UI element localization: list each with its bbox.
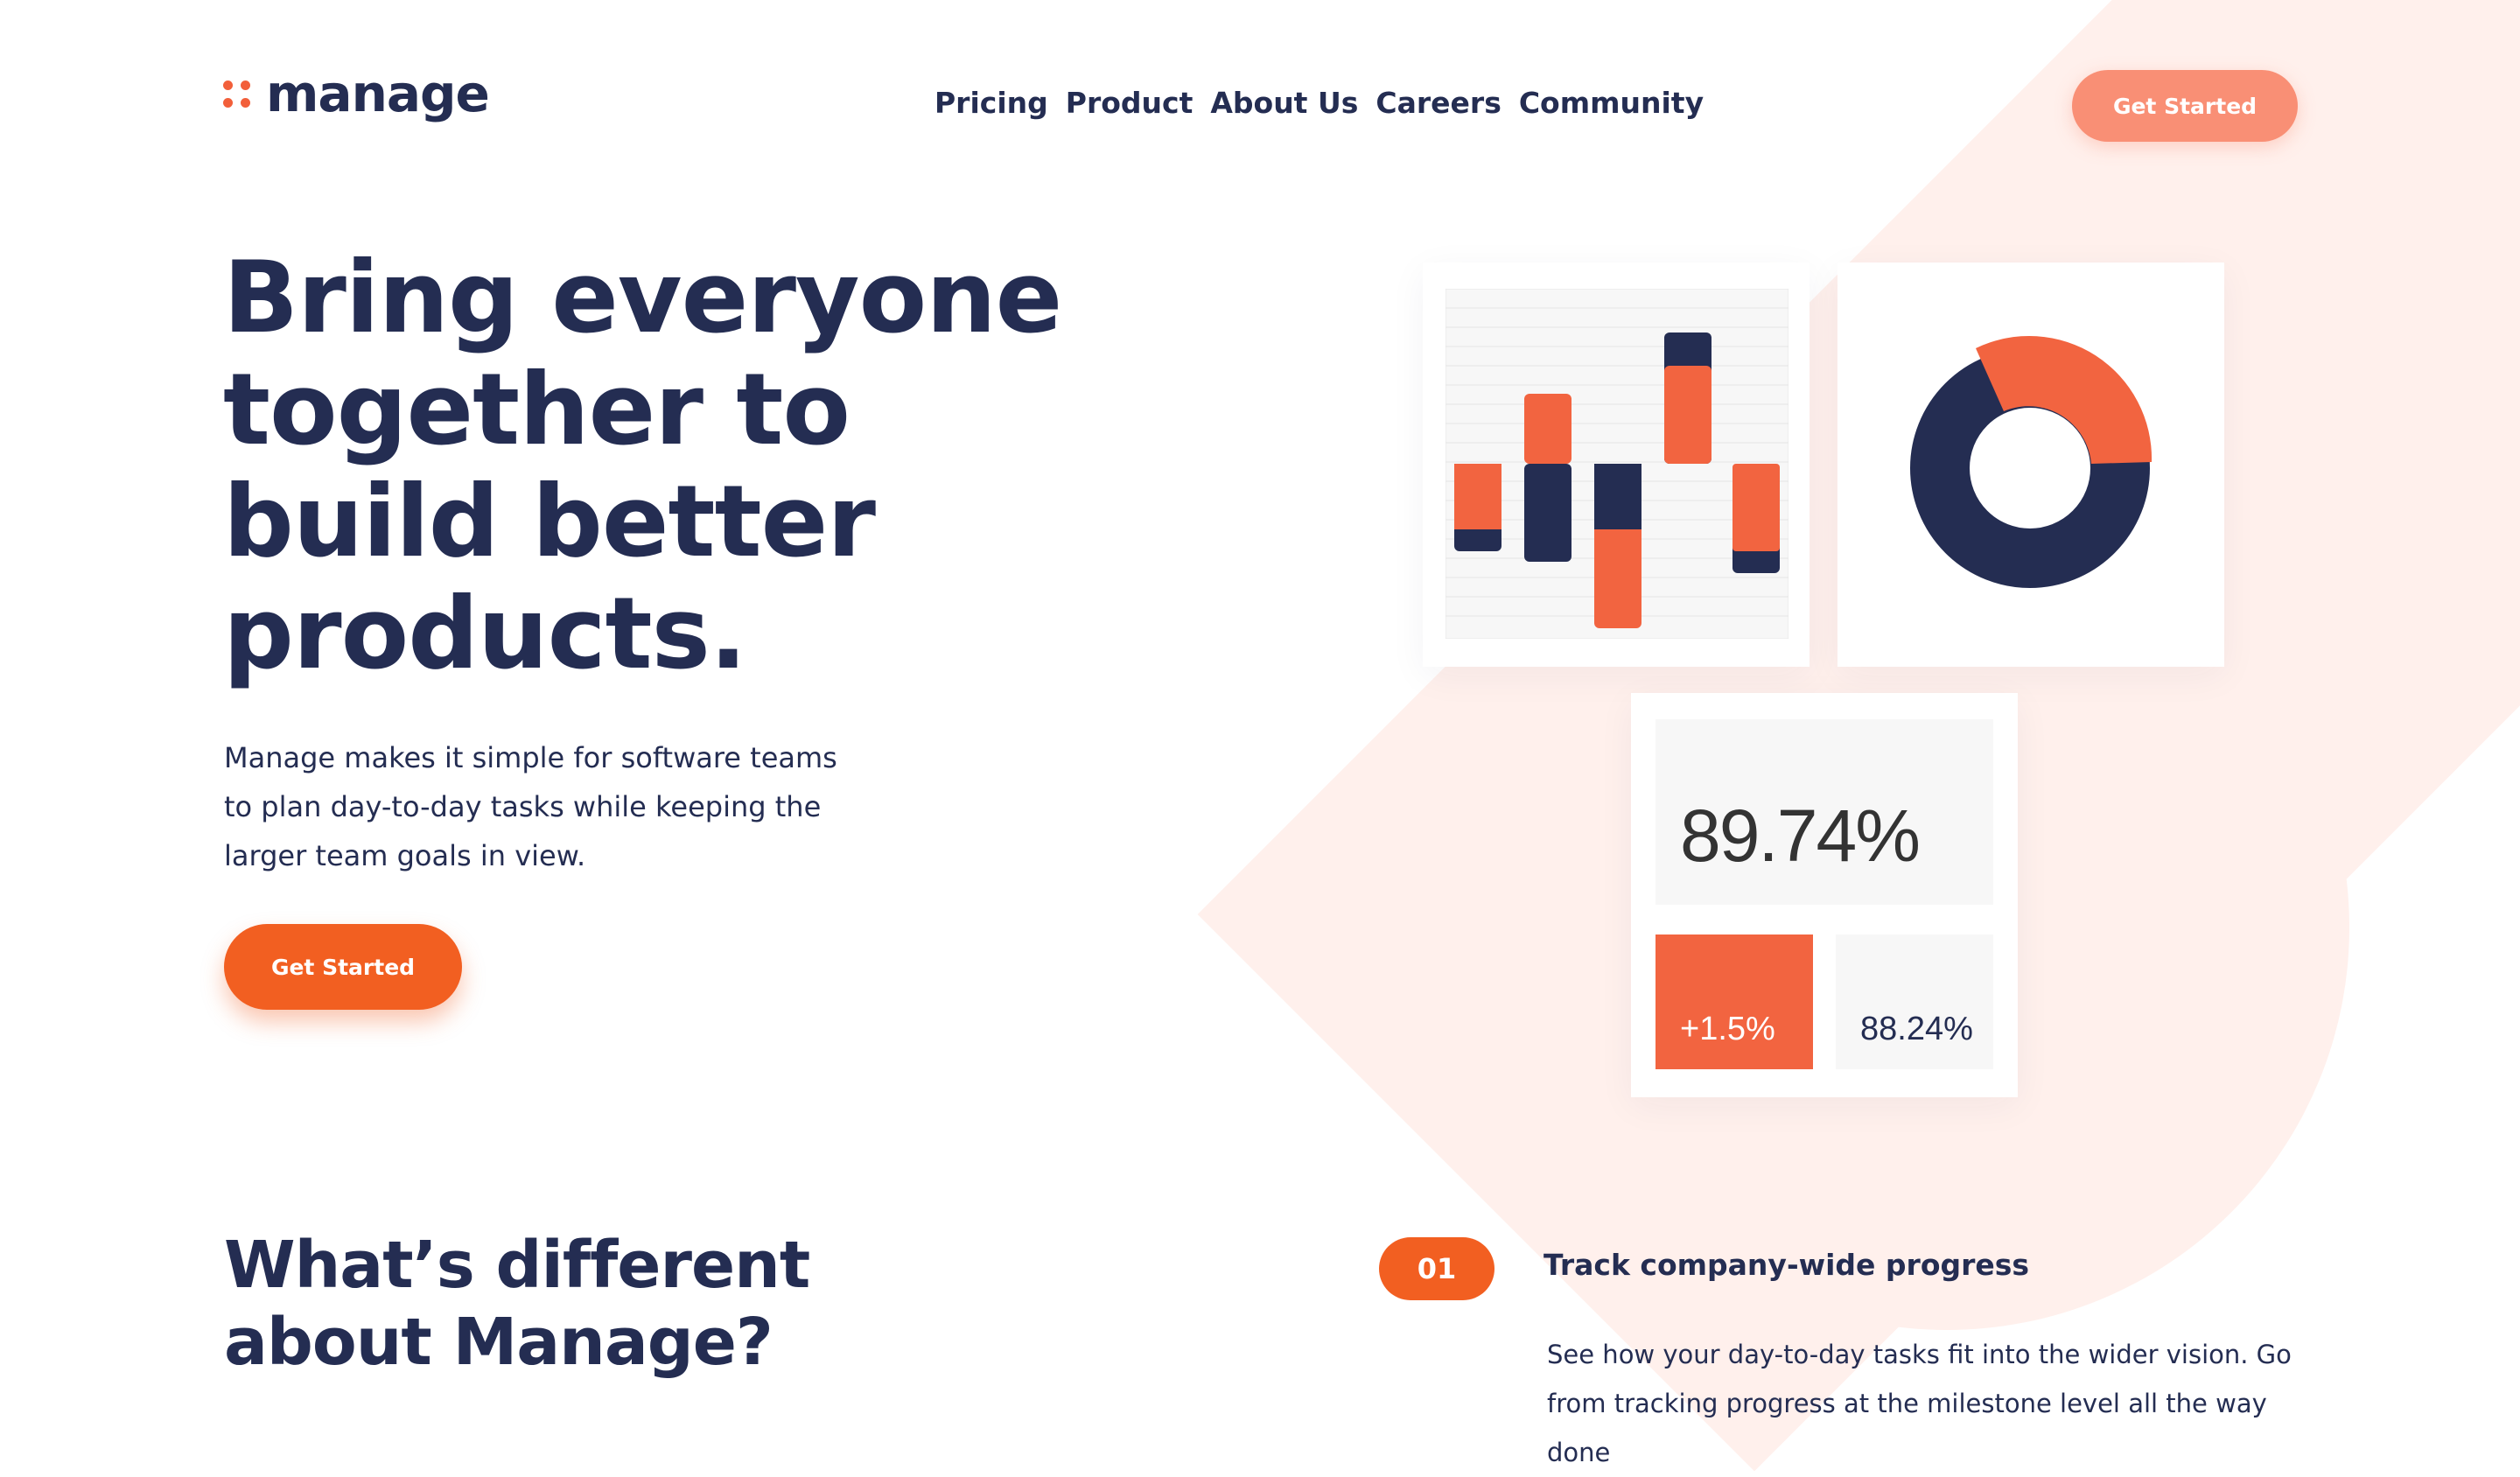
section-title: What’s different about Manage? (224, 1228, 810, 1380)
donut-chart-graphic (1910, 335, 2152, 588)
logo-dots-icon (223, 80, 250, 108)
hero-title: Bring everyone together to build better … (223, 240, 1062, 691)
bar-chart-card (1423, 262, 1810, 667)
stat-main-value: 89.74% (1656, 719, 1993, 905)
header-get-started-button[interactable]: Get Started (2072, 70, 2298, 142)
nav-link-product[interactable]: Product (1066, 86, 1194, 120)
main-nav: Pricing Product About Us Careers Communi… (934, 86, 1704, 120)
nav-link-community[interactable]: Community (1519, 86, 1704, 120)
feature-description: See how your day-to-day tasks fit into t… (1547, 1340, 2292, 1467)
hero-get-started-button[interactable]: Get Started (224, 924, 462, 1010)
bar-chart-graphic (1446, 289, 1788, 639)
stat-change-value: +1.5% (1656, 934, 1813, 1069)
nav-link-pricing[interactable]: Pricing (934, 86, 1048, 120)
logo[interactable]: manage (223, 64, 490, 123)
logo-text: manage (266, 64, 490, 123)
nav-link-about-us[interactable]: About Us (1210, 86, 1358, 120)
donut-chart-card (1838, 262, 2224, 667)
feature-number-badge: 01 (1379, 1237, 1494, 1300)
stats-card: 89.74% +1.5% 88.24% (1631, 693, 2018, 1097)
feature-title: Track company-wide progress (1544, 1248, 2030, 1282)
stat-secondary-value: 88.24% (1836, 934, 1993, 1069)
hero-description: Manage makes it simple for software team… (224, 741, 837, 872)
nav-link-careers[interactable]: Careers (1376, 86, 1501, 120)
